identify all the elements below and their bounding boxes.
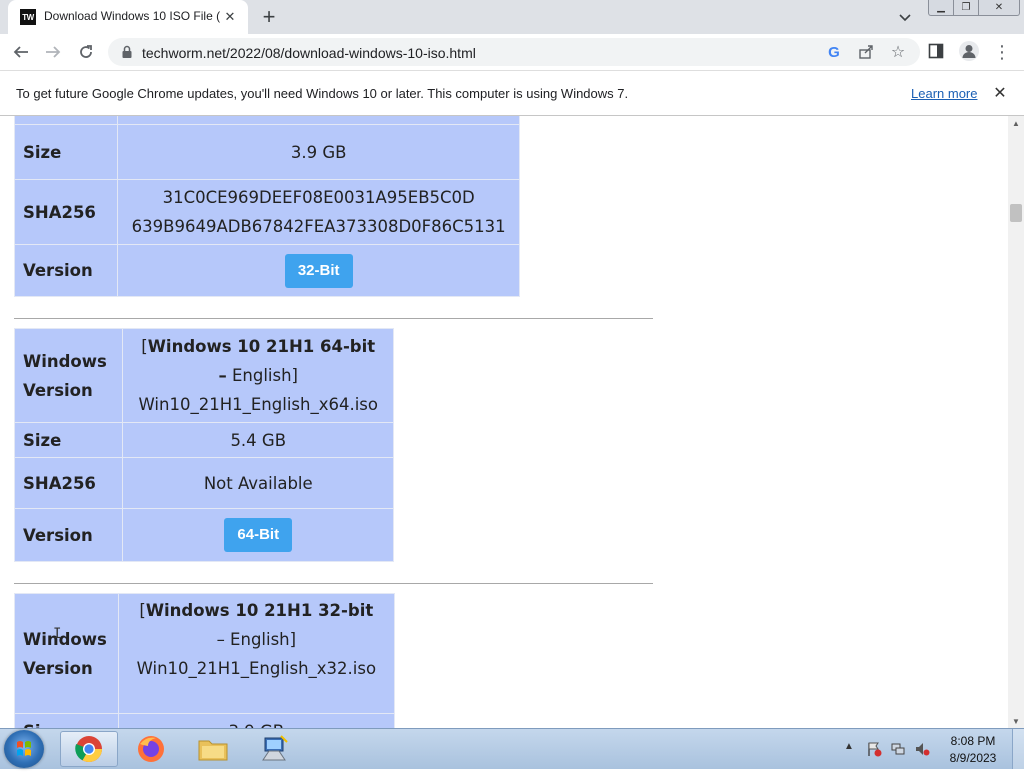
side-panel-icon[interactable]: [928, 43, 944, 59]
table-row-windows-version: Windows Version [Windows 10 21H1 64-bit …: [13, 328, 394, 423]
windows-version-value: [Windows 10 21H1 64-bit – English] Win10…: [122, 328, 394, 423]
sha256-label: SHA256: [13, 179, 119, 245]
table-row-clipped: [13, 116, 520, 125]
page-scrollbar[interactable]: ▲ ▼: [1008, 116, 1024, 728]
sha256-label: SHA256: [13, 457, 124, 509]
text-cursor-icon: I: [53, 626, 61, 642]
google-lens-icon[interactable]: G: [824, 42, 844, 62]
windows-version-label: Windows Version: [13, 328, 124, 423]
taskbar-chrome[interactable]: [60, 731, 118, 767]
divider: [14, 318, 653, 319]
size-label: Si: [14, 713, 119, 728]
update-infobar: To get future Google Chrome updates, you…: [0, 71, 1024, 116]
table-row-size: Size 3.9 GB: [13, 124, 520, 180]
sha256-value: Not Available: [122, 457, 394, 509]
infobar-message: To get future Google Chrome updates, you…: [16, 86, 629, 101]
iso-table-2: Windows Version [Windows 10 21H1 64-bit …: [13, 328, 394, 562]
taskbar-firefox[interactable]: [122, 731, 180, 767]
tab-close-icon[interactable]: ✕: [220, 7, 240, 27]
size-value: 5.4 GB: [122, 422, 394, 458]
reload-button[interactable]: [74, 40, 98, 64]
techworm-favicon-icon: TW: [20, 9, 36, 25]
table-row-size: Size 5.4 GB: [13, 422, 394, 458]
url-text[interactable]: techworm.net/2022/08/download-windows-10…: [142, 45, 476, 61]
sha256-line-1: 31C0CE969DEEF08E0031A95EB5C0D: [162, 188, 475, 207]
tab-title: Download Windows 10 ISO File (: [44, 9, 220, 23]
table-row-version: Version 32-Bit: [13, 244, 520, 297]
window-restore-button[interactable]: ❐: [953, 0, 979, 16]
windows-logo-icon: [17, 741, 31, 756]
taskbar-network-app[interactable]: [246, 731, 304, 767]
table-row-version: Version 64-Bit: [13, 508, 394, 562]
scroll-up-arrow-icon[interactable]: ▲: [1008, 116, 1024, 130]
iso-table-3: Windows Version [Windows 10 21H1 32-bit …: [14, 593, 396, 728]
back-button[interactable]: [9, 40, 33, 64]
network-computer-icon: [262, 735, 288, 761]
table-row-windows-version: Windows Version [Windows 10 21H1 32-bit …: [14, 593, 396, 714]
size-value: 3.9 GB: [117, 124, 520, 180]
iso-table-1: Size 3.9 GB SHA256 31C0CE969DEEF08E0031A…: [13, 116, 520, 297]
divider: [14, 583, 653, 584]
sha256-value: 31C0CE969DEEF08E0031A95EB5C0D 639B9649AD…: [117, 179, 520, 245]
infobar-close-icon[interactable]: ✕: [990, 83, 1010, 103]
window-close-button[interactable]: ✕: [978, 0, 1020, 16]
table-row-sha256: SHA256 Not Available: [13, 457, 394, 509]
show-hidden-icons-icon[interactable]: ▲: [844, 741, 854, 752]
scroll-down-arrow-icon[interactable]: ▼: [1008, 714, 1024, 728]
bookmark-star-icon[interactable]: ☆: [888, 42, 908, 62]
taskbar-file-explorer[interactable]: [184, 731, 242, 767]
windows-taskbar: ▲ 8:08 PM 8/9/2023: [0, 728, 1024, 769]
size-label: Size: [13, 422, 124, 458]
windows-version-label: Windows Version: [14, 593, 119, 714]
windows-version-value: [Windows 10 21H1 32-bit – English] Win10…: [117, 593, 396, 714]
start-button[interactable]: [4, 730, 44, 768]
size-value: 3.9 GB: [117, 713, 396, 728]
share-icon[interactable]: [856, 42, 876, 62]
volume-muted-icon[interactable]: [914, 741, 930, 757]
action-center-flag-icon[interactable]: [866, 741, 882, 757]
download-64bit-button[interactable]: 64-Bit: [224, 518, 293, 552]
network-icon[interactable]: [890, 741, 906, 757]
sha256-line-2: 639B9649ADB67842FEA373308D0F86C5131: [131, 217, 506, 236]
version-label: Version: [13, 244, 119, 297]
firefox-icon: [138, 736, 164, 762]
profile-avatar-icon[interactable]: [959, 41, 979, 61]
window-minimize-button[interactable]: ▁: [928, 0, 954, 16]
chrome-menu-icon[interactable]: ⋮: [990, 40, 1014, 64]
clock-date[interactable]: 8/9/2023: [940, 751, 1006, 765]
version-label: Version: [13, 508, 124, 562]
table-row-size: Si 3.9 GB: [14, 713, 396, 728]
iso-filename: Win10_21H1_English_x64.iso: [138, 395, 378, 414]
folder-icon: [198, 740, 228, 761]
tab-search-icon[interactable]: [894, 7, 916, 29]
learn-more-link[interactable]: Learn more: [911, 86, 977, 101]
chrome-icon: [75, 736, 103, 763]
new-tab-button[interactable]: +: [257, 4, 281, 29]
download-32bit-button[interactable]: 32-Bit: [284, 253, 353, 288]
clock-time[interactable]: 8:08 PM: [940, 734, 1006, 748]
table-row-sha256: SHA256 31C0CE969DEEF08E0031A95EB5C0D 639…: [13, 179, 520, 245]
tab-download-windows[interactable]: TW Download Windows 10 ISO File ( ✕: [8, 0, 248, 34]
show-desktop-button[interactable]: [1012, 729, 1024, 769]
address-bar[interactable]: techworm.net/2022/08/download-windows-10…: [108, 38, 920, 66]
page-content: Size 3.9 GB SHA256 31C0CE969DEEF08E0031A…: [0, 116, 1008, 728]
forward-button[interactable]: [41, 40, 65, 64]
size-label: Size: [13, 124, 119, 180]
iso-filename: Win10_21H1_English_x32.iso: [136, 659, 377, 678]
browser-toolbar: techworm.net/2022/08/download-windows-10…: [0, 34, 1024, 71]
tab-strip: TW Download Windows 10 ISO File ( ✕ + ▁ …: [0, 0, 1024, 34]
scrollbar-thumb[interactable]: [1010, 204, 1022, 222]
lock-icon[interactable]: [120, 45, 134, 59]
